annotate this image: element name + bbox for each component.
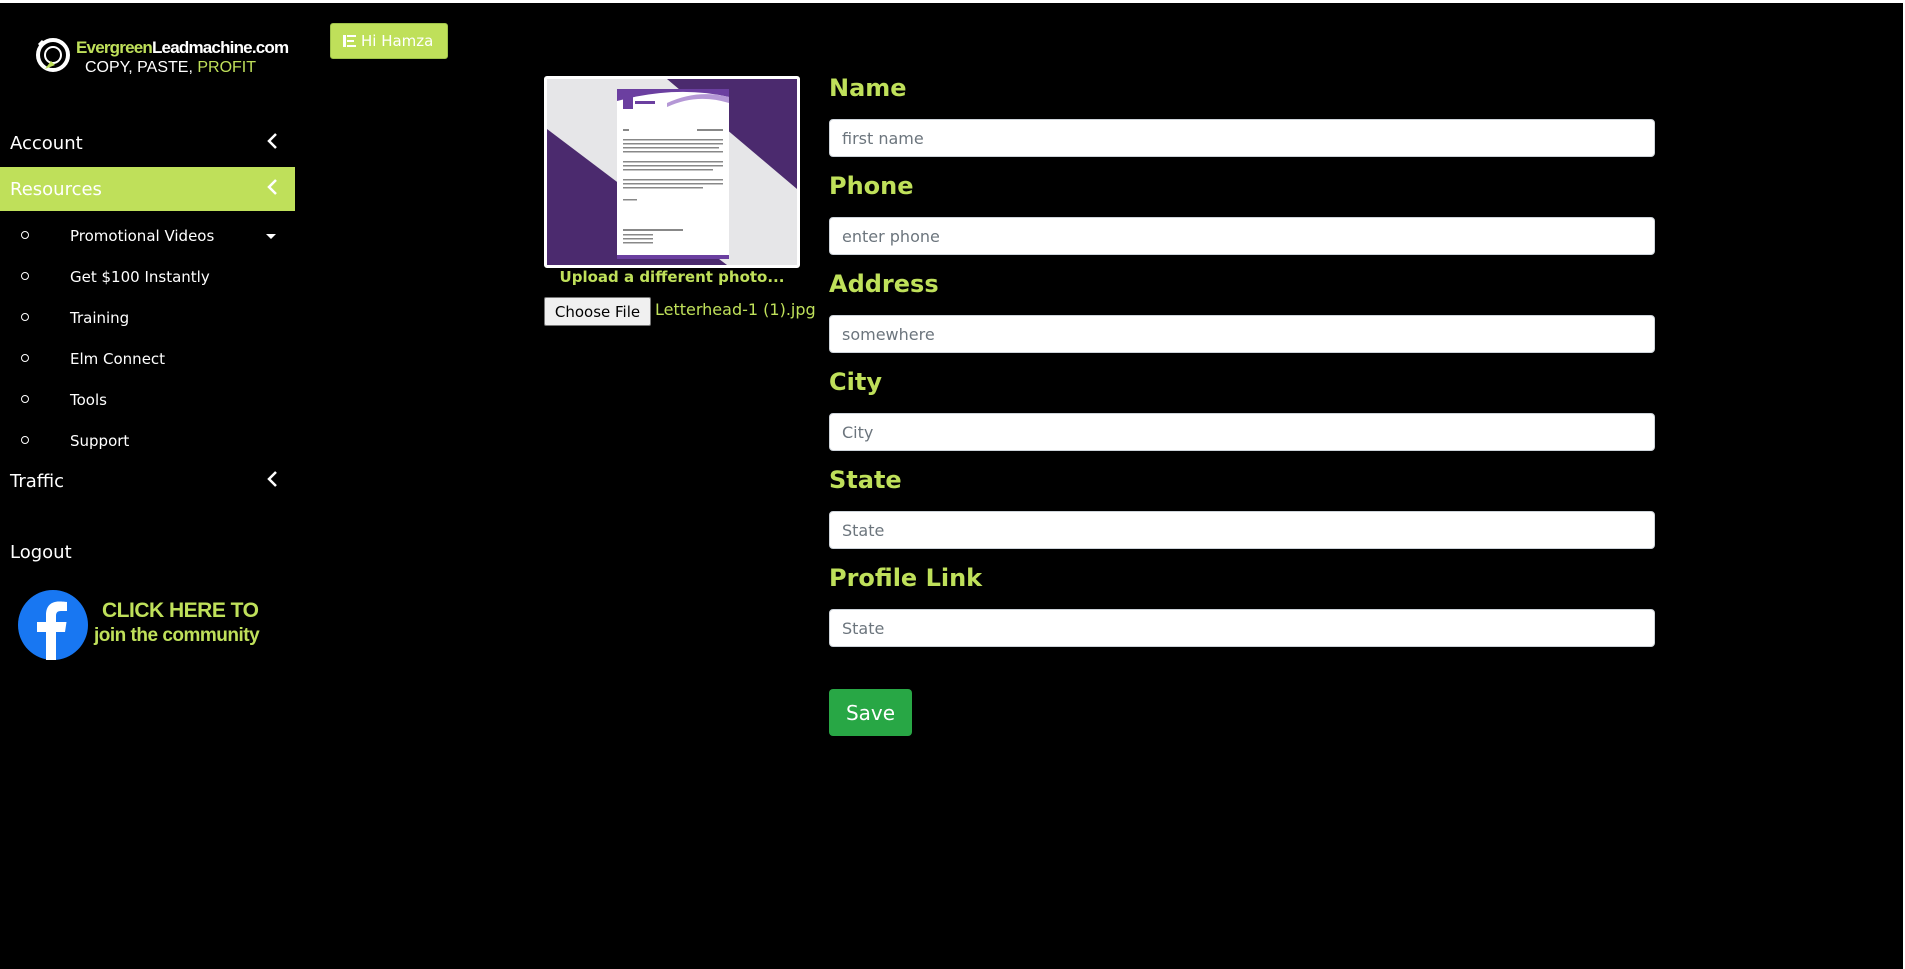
chevron-left-icon xyxy=(267,471,277,487)
profile-link-label: Profile Link xyxy=(829,564,983,592)
address-field[interactable] xyxy=(829,315,1655,353)
bullet-icon xyxy=(21,313,29,321)
evergreen-logo-icon xyxy=(36,38,70,72)
sidebar-item-traffic[interactable]: Traffic xyxy=(0,459,295,503)
sidebar-item-account[interactable]: Account xyxy=(0,121,295,165)
submenu-item-elm-connect[interactable]: Elm Connect xyxy=(0,338,295,379)
logo-text-white: Leadmachine.com xyxy=(151,38,289,57)
menu-icon xyxy=(343,35,356,47)
sidebar-item-label: Logout xyxy=(10,541,72,563)
selected-file-name: Letterhead-1 (1).jpg xyxy=(655,300,816,319)
logo-tagline: COPY, PASTE, PROFIT xyxy=(85,59,256,77)
submenu-item-label: Promotional Videos xyxy=(70,226,215,245)
submenu-item-training[interactable]: Training xyxy=(0,297,295,338)
facebook-icon xyxy=(18,590,88,660)
profile-link-field[interactable] xyxy=(829,609,1655,647)
bullet-icon xyxy=(21,354,29,362)
sidebar: EvergreenLeadmachine.com COPY, PASTE, PR… xyxy=(0,3,295,969)
state-field[interactable] xyxy=(829,511,1655,549)
phone-label: Phone xyxy=(829,172,914,200)
choose-file-button[interactable]: Choose File xyxy=(544,297,651,326)
chevron-left-icon xyxy=(267,133,277,149)
submenu-item-support[interactable]: Support xyxy=(0,420,295,461)
sidebar-item-logout[interactable]: Logout xyxy=(0,530,295,574)
submenu-item-tools[interactable]: Tools xyxy=(0,379,295,420)
caret-down-icon xyxy=(266,234,276,239)
sidebar-item-resources[interactable]: Resources xyxy=(0,167,295,211)
submenu-item-promotional-videos[interactable]: Promotional Videos xyxy=(0,215,295,256)
letterhead-image xyxy=(547,79,797,265)
chevron-left-icon xyxy=(267,179,277,195)
facebook-community-banner[interactable]: CLICK HERE TO join the community xyxy=(18,590,278,664)
upload-photo-label: Upload a different photo... xyxy=(559,268,785,286)
sidebar-item-label: Resources xyxy=(10,178,102,200)
logo-text-green: Evergreen xyxy=(76,38,153,57)
brand-logo[interactable]: EvergreenLeadmachine.com COPY, PASTE, PR… xyxy=(33,33,289,83)
state-label: State xyxy=(829,466,902,494)
phone-field[interactable] xyxy=(829,217,1655,255)
submenu-item-label: Tools xyxy=(70,390,107,409)
address-label: Address xyxy=(829,270,939,298)
bullet-icon xyxy=(21,231,29,239)
bullet-icon xyxy=(21,395,29,403)
tagline-text: COPY, PASTE, xyxy=(85,59,198,76)
city-field[interactable] xyxy=(829,413,1655,451)
submenu-item-label: Training xyxy=(70,308,130,327)
bullet-icon xyxy=(21,436,29,444)
city-label: City xyxy=(829,368,882,396)
submenu-item-label: Get $100 Instantly xyxy=(70,267,210,286)
submenu-item-get-100[interactable]: Get $100 Instantly xyxy=(0,256,295,297)
name-label: Name xyxy=(829,74,907,102)
tagline-profit: PROFIT xyxy=(197,59,257,76)
bullet-icon xyxy=(21,272,29,280)
submenu-item-label: Support xyxy=(70,431,130,450)
greeting-text: Hi Hamza xyxy=(361,32,434,50)
resources-submenu: Promotional Videos Get $100 Instantly Tr… xyxy=(0,215,295,461)
sidebar-item-label: Traffic xyxy=(10,470,65,492)
name-field[interactable] xyxy=(829,119,1655,157)
user-menu-button[interactable]: Hi Hamza xyxy=(330,23,448,59)
facebook-banner-subtitle: join the community xyxy=(94,625,260,646)
facebook-banner-title: CLICK HERE TO xyxy=(102,599,259,622)
profile-photo xyxy=(544,76,800,268)
logo-text: EvergreenLeadmachine.com xyxy=(76,38,289,58)
sidebar-item-label: Account xyxy=(10,132,83,154)
save-button[interactable]: Save xyxy=(829,689,912,736)
submenu-item-label: Elm Connect xyxy=(70,349,166,368)
